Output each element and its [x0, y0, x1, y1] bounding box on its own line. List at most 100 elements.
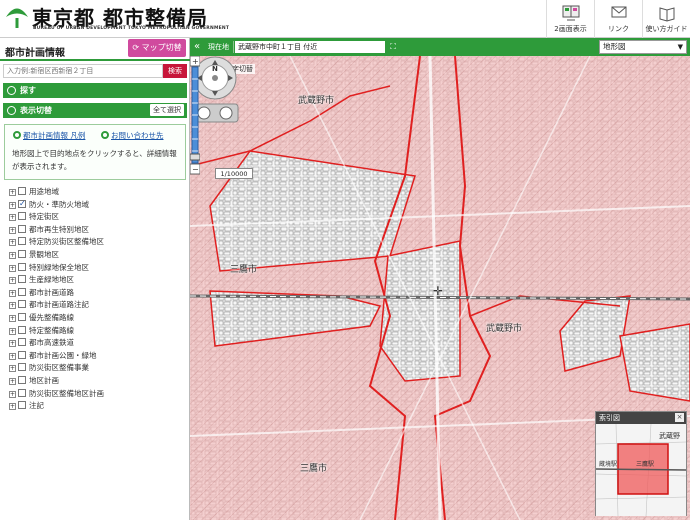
layer-checkbox[interactable] — [18, 401, 26, 410]
zoom-handle[interactable] — [190, 153, 200, 161]
select-all-button[interactable]: 全て選択 — [150, 104, 184, 116]
layer-checkbox[interactable] — [18, 287, 26, 296]
layer-checkbox[interactable] — [18, 350, 26, 359]
layer-item[interactable]: + 注記 — [9, 400, 44, 412]
expand-plus-icon[interactable]: + — [9, 365, 16, 373]
index-label-station: 三鷹駅 — [636, 460, 654, 468]
contact-link-label: お問い合わせ先 — [111, 131, 164, 140]
layer-item[interactable]: + 防災街区整備事業 — [9, 362, 89, 374]
layer-item[interactable]: + 地区計画 — [9, 375, 59, 387]
layer-item[interactable]: + 用途地域 — [9, 186, 59, 198]
index-map-panel[interactable]: 索引図 × 武蔵野 蔵境駅 三鷹駅 — [595, 411, 687, 516]
layer-item[interactable]: + 都市計画道路注記 — [9, 299, 89, 311]
layer-checkbox[interactable] — [18, 275, 26, 284]
zoom-slider[interactable]: + − — [190, 56, 200, 176]
circle-icon — [13, 131, 21, 139]
index-map-title: 索引図 — [596, 412, 686, 424]
layer-checkbox[interactable] — [18, 363, 26, 372]
expand-plus-icon[interactable]: + — [9, 189, 16, 196]
zoom-out-lens-icon[interactable] — [219, 106, 233, 120]
legend-link[interactable]: 都市計画情報 凡例 — [13, 130, 85, 141]
layer-checkbox[interactable] — [18, 237, 26, 246]
expand-plus-icon[interactable]: + — [9, 390, 16, 398]
layer-checkbox[interactable] — [18, 198, 26, 210]
index-label-station: 蔵境駅 — [599, 460, 617, 468]
layer-label: 地区計画 — [29, 376, 59, 385]
expand-plus-icon[interactable]: + — [9, 277, 16, 285]
layer-item[interactable]: + 防火・準防火地域 — [9, 198, 89, 211]
layer-label: 都市計画道路 — [29, 287, 74, 297]
expand-plus-icon[interactable]: + — [9, 252, 16, 259]
layer-checkbox[interactable] — [18, 250, 26, 258]
panel-divider — [0, 59, 190, 61]
expand-plus-icon[interactable]: + — [9, 239, 16, 247]
circle-icon — [101, 131, 109, 139]
layer-item[interactable]: + 特定防災街区整備地区 — [9, 236, 104, 248]
layer-item[interactable]: + 都市高速鉄道 — [9, 337, 74, 349]
left-panel: 都市計画情報 ⟳ マップ切替 検索 探す 表示切替 全て選択 都市計画情報 凡例… — [0, 38, 190, 520]
expand-plus-icon[interactable]: + — [9, 226, 16, 234]
layer-item[interactable]: + 都市計画道路 — [9, 287, 74, 299]
layer-item[interactable]: + 防災街区整備地区計画 — [9, 388, 104, 400]
layer-checkbox[interactable] — [18, 325, 26, 334]
guide-label: 使い方ガイド — [645, 25, 688, 33]
layer-item[interactable]: + 優先整備路線 — [9, 312, 74, 324]
layer-checkbox[interactable] — [18, 187, 26, 195]
refresh-icon — [7, 106, 16, 115]
map-type-select[interactable]: 地形図 ▼ — [599, 40, 687, 54]
layer-checkbox[interactable] — [18, 212, 26, 221]
layer-label: 景観地区 — [29, 250, 59, 259]
map-switch-button[interactable]: ⟳ マップ切替 — [128, 39, 186, 57]
layer-checkbox[interactable] — [18, 376, 26, 384]
layer-label: 特定防災街区整備地区 — [29, 237, 104, 247]
layer-checkbox[interactable] — [18, 338, 26, 347]
address-field[interactable]: 武蔵野市中町１丁目 付近 — [235, 41, 385, 53]
layer-checkbox[interactable] — [18, 224, 26, 233]
index-label-musashino: 武蔵野 — [659, 431, 680, 440]
expand-plus-icon[interactable]: + — [9, 302, 16, 310]
find-section-bar[interactable]: 探す — [3, 83, 187, 98]
layer-checkbox[interactable] — [18, 262, 26, 271]
expand-plus-icon[interactable]: + — [9, 289, 16, 297]
close-icon[interactable]: × — [675, 413, 684, 422]
layer-item[interactable]: + 景観地区 — [9, 249, 59, 261]
search-input[interactable] — [3, 64, 163, 78]
dual-screen-label: 2画面表示 — [554, 25, 587, 33]
expand-plus-icon[interactable]: + — [9, 201, 16, 209]
expand-plus-icon[interactable]: + — [9, 340, 16, 348]
expand-plus-icon[interactable]: + — [9, 264, 16, 272]
layer-label: 都市再生特別地区 — [29, 224, 89, 234]
expand-plus-icon[interactable]: + — [9, 315, 16, 322]
expand-plus-icon[interactable]: + — [9, 378, 16, 385]
layer-checkbox[interactable] — [18, 300, 26, 309]
tokyo-ginkgo-logo-icon[interactable] — [4, 4, 30, 30]
map-label-musashino: 武蔵野市 — [298, 96, 335, 106]
link-button[interactable]: リンク — [594, 0, 642, 38]
search-button[interactable]: 検索 — [163, 64, 187, 78]
layer-label: 用途地域 — [29, 187, 59, 196]
expand-plus-icon[interactable]: + — [9, 327, 16, 335]
layer-item[interactable]: + 都市計画公園・緑地 — [9, 350, 97, 362]
guide-button[interactable]: 使い方ガイド — [642, 0, 690, 38]
expand-plus-icon[interactable]: + — [9, 214, 16, 222]
index-map-view[interactable]: 武蔵野 蔵境駅 三鷹駅 — [596, 424, 686, 516]
search-icon — [7, 86, 16, 95]
dual-screen-icon — [562, 5, 579, 21]
panel-title: 都市計画情報 — [5, 48, 65, 59]
collapse-panel-button[interactable]: « — [190, 38, 204, 56]
layer-item[interactable]: + 特別緑地保全地区 — [9, 262, 89, 274]
expand-plus-icon[interactable]: + — [9, 352, 16, 360]
layer-item[interactable]: + 特定街区 — [9, 211, 59, 223]
expand-plus-icon[interactable]: + — [9, 403, 16, 411]
map-type-value: 地形図 — [603, 42, 626, 51]
contact-link[interactable]: お問い合わせ先 — [101, 130, 164, 141]
layer-item[interactable]: + 特定整備路線 — [9, 325, 74, 337]
layer-checkbox[interactable] — [18, 388, 26, 397]
map-canvas[interactable]: 武蔵野市 三鷹市 武蔵野市 三鷹市 ✛ 中心十字切替 N 1/10000 + −… — [190, 56, 690, 520]
find-label: 探す — [20, 86, 36, 95]
layer-item[interactable]: + 生産緑地地区 — [9, 274, 74, 286]
expand-icon[interactable]: ⛶ — [387, 41, 399, 53]
layer-checkbox[interactable] — [18, 313, 26, 321]
dual-screen-button[interactable]: 2画面表示 — [546, 0, 594, 38]
layer-item[interactable]: + 都市再生特別地区 — [9, 224, 89, 236]
